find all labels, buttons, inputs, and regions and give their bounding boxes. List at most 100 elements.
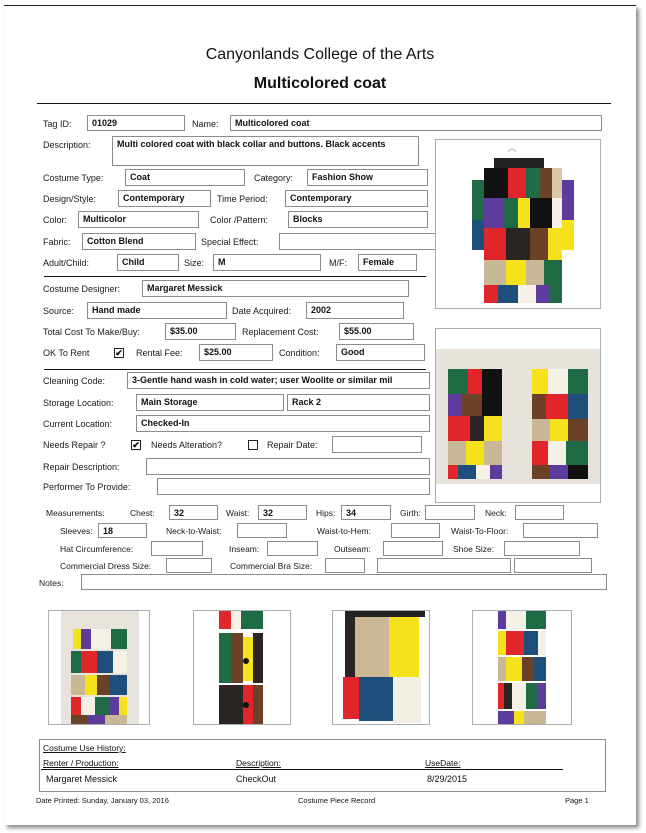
history-title: Costume Use History: — [43, 743, 126, 753]
record-title: Multicolored coat — [253, 75, 387, 92]
needs-alteration-label: Needs Alteration? — [151, 440, 223, 450]
cleaning-code-field[interactable]: 3-Gentle hand wash in cold water; user W… — [127, 372, 430, 389]
special-effect-field[interactable] — [279, 233, 439, 250]
thumb-photo-2 — [193, 610, 291, 725]
special-effect-label: Special Effect: — [201, 237, 259, 247]
design-style-field[interactable]: Contemporary — [118, 190, 211, 207]
adult-child-label: Adult/Child: — [43, 258, 90, 268]
time-period-field[interactable]: Contemporary — [285, 190, 428, 207]
girth-label: Girth: — [400, 508, 421, 518]
outseam-field[interactable] — [383, 541, 443, 556]
date-acquired-field[interactable]: 2002 — [306, 302, 404, 319]
main-photo — [435, 139, 601, 309]
inseam-field[interactable] — [267, 541, 318, 556]
commercial-bra-size-extra-field-1[interactable] — [377, 558, 511, 573]
source-field[interactable]: Hand made — [87, 302, 227, 319]
commercial-bra-size-field[interactable] — [325, 558, 365, 573]
needs-repair-label: Needs Repair ? — [43, 440, 106, 450]
performer-to-provide-field[interactable] — [157, 478, 430, 495]
fabric-field[interactable]: Cotton Blend — [82, 233, 196, 250]
costume-designer-label: Costume Designer: — [43, 284, 121, 294]
mf-label: M/F: — [329, 258, 347, 268]
tag-id-label: Tag ID: — [43, 119, 72, 129]
color-field[interactable]: Multicolor — [78, 211, 199, 228]
thumb-photo-1 — [48, 610, 150, 725]
storage-rack-field[interactable]: Rack 2 — [287, 394, 430, 411]
total-cost-label: Total Cost To Make/Buy: — [43, 327, 140, 337]
category-field[interactable]: Fashion Show — [307, 169, 428, 186]
size-label: Size: — [184, 258, 205, 268]
costume-type-label: Costume Type: — [43, 173, 104, 183]
report-page: Canyonlands College of the Arts Multicol… — [4, 5, 636, 825]
needs-alteration-checkbox[interactable] — [248, 440, 258, 450]
neck-to-waist-field[interactable] — [237, 523, 287, 538]
color-label: Color: — [43, 215, 68, 225]
hips-field[interactable]: 34 — [341, 505, 391, 520]
notes-label: Notes: — [39, 578, 64, 588]
neck-label: Neck: — [485, 508, 507, 518]
current-location-field[interactable]: Checked-In — [136, 415, 430, 432]
rental-fee-label: Rental Fee: — [136, 348, 183, 358]
fabric-label: Fabric: — [43, 237, 71, 247]
shoe-size-field[interactable] — [504, 541, 580, 556]
condition-field[interactable]: Good — [336, 344, 425, 361]
section-divider-1 — [44, 276, 426, 277]
description-label: Description: — [43, 140, 91, 150]
date-printed: Date Printed: Sunday, January 03, 2016 — [36, 796, 169, 805]
chest-field[interactable]: 32 — [169, 505, 218, 520]
waist-field[interactable]: 32 — [258, 505, 307, 520]
pair-photo — [435, 328, 601, 503]
institution-name: Canyonlands College of the Arts — [205, 46, 435, 63]
ok-to-rent-checkbox[interactable]: ✔ — [114, 348, 124, 358]
color-pattern-field[interactable]: Blocks — [288, 211, 428, 228]
waist-to-hem-field[interactable] — [391, 523, 440, 538]
name-field[interactable]: Multicolored coat — [230, 115, 602, 131]
commercial-bra-size-extra-field-2[interactable] — [514, 558, 592, 573]
repair-date-field[interactable] — [332, 436, 422, 453]
repair-description-label: Repair Description: — [43, 462, 120, 472]
history-col-usedate: UseDate: — [425, 758, 461, 768]
waist-to-floor-field[interactable] — [523, 523, 598, 538]
neck-to-waist-label: Neck-to-Waist: — [166, 526, 222, 536]
tag-id-field[interactable]: 01029 — [87, 115, 185, 131]
description-field[interactable]: Multi colored coat with black collar and… — [112, 136, 419, 166]
color-pattern-label: Color /Pattern: — [210, 215, 269, 225]
cleaning-code-label: Cleaning Code: — [43, 376, 106, 386]
ok-to-rent-label: OK To Rent — [43, 348, 90, 358]
outseam-label: Outseam: — [334, 544, 371, 554]
hat-circumference-field[interactable] — [151, 541, 203, 556]
coat-hem-detail-image — [333, 611, 429, 724]
repair-description-field[interactable] — [146, 458, 430, 475]
history-header-rule — [41, 769, 563, 770]
adult-child-field[interactable]: Child — [117, 254, 179, 271]
costume-type-field[interactable]: Coat — [125, 169, 245, 186]
page-number: Page 1 — [565, 796, 589, 805]
history-description: CheckOut — [236, 774, 277, 784]
storage-location-field[interactable]: Main Storage — [136, 394, 284, 411]
commercial-bra-size-label: Commercial Bra Size: — [230, 561, 313, 571]
notes-field[interactable] — [81, 574, 607, 590]
performer-to-provide-label: Performer To Provide: — [43, 482, 131, 492]
sleeves-field[interactable]: 18 — [98, 523, 147, 538]
waist-to-floor-label: Waist-To-Floor: — [451, 526, 509, 536]
total-cost-field[interactable]: $35.00 — [165, 323, 236, 340]
section-divider-2 — [44, 369, 426, 370]
report-name: Costume Piece Record — [298, 796, 376, 805]
storage-location-label: Storage Location: — [43, 398, 114, 408]
commercial-dress-size-field[interactable] — [166, 558, 212, 573]
costume-designer-field[interactable]: Margaret Messick — [142, 280, 409, 297]
time-period-label: Time Period: — [217, 194, 268, 204]
current-location-label: Current Location: — [43, 419, 113, 429]
chest-label: Chest: — [130, 508, 155, 518]
rental-fee-field[interactable]: $25.00 — [199, 344, 273, 361]
girth-field[interactable] — [425, 505, 475, 520]
neck-field[interactable] — [515, 505, 564, 520]
history-renter: Margaret Messick — [46, 774, 118, 784]
size-field[interactable]: M — [213, 254, 321, 271]
header-divider — [37, 103, 611, 104]
waist-label: Waist: — [226, 508, 250, 518]
mf-field[interactable]: Female — [358, 254, 417, 271]
coat-button-placket-detail-image — [194, 611, 290, 724]
replacement-cost-field[interactable]: $55.00 — [339, 323, 414, 340]
needs-repair-checkbox[interactable]: ✔ — [131, 440, 141, 450]
